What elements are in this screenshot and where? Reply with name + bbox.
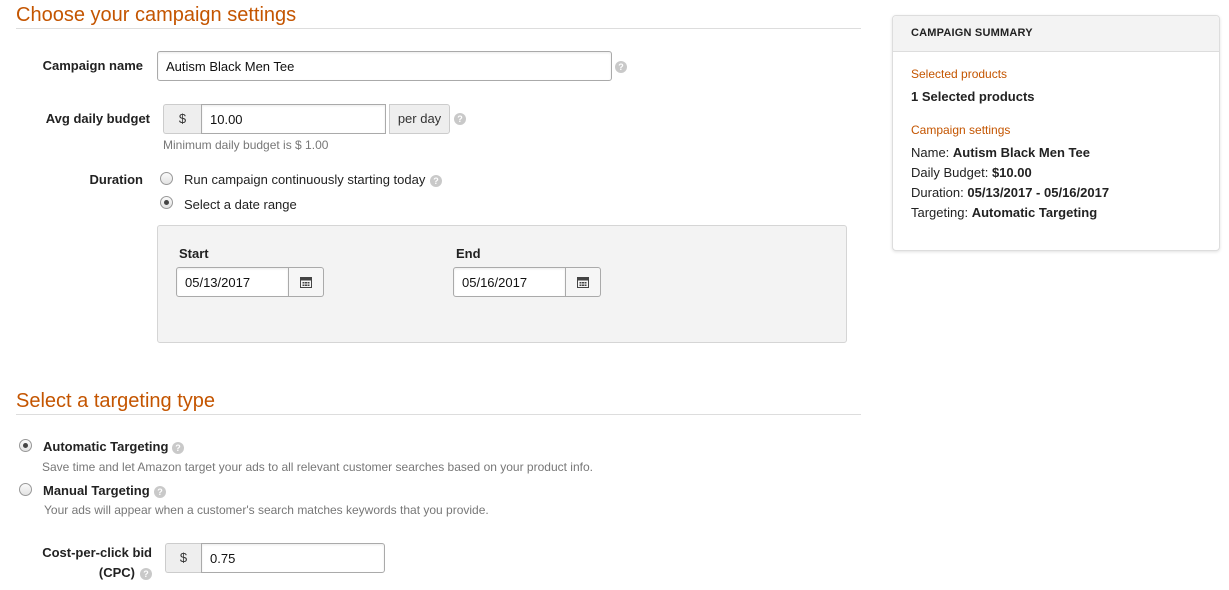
automatic-targeting-label[interactable]: Automatic Targeting	[43, 439, 168, 454]
summary-name-value: Autism Black Men Tee	[952, 145, 1090, 160]
help-icon[interactable]: ?	[172, 442, 184, 454]
cpc-bid-input[interactable]	[201, 543, 385, 573]
campaign-summary-header: CAMPAIGN SUMMARY	[893, 16, 1219, 52]
cpc-currency-addon: $	[165, 543, 201, 573]
manual-targeting-radio[interactable]	[19, 483, 32, 496]
budget-hint: Minimum daily budget is $ 1.00	[163, 138, 329, 152]
help-icon[interactable]: ?	[154, 486, 166, 498]
per-day-addon: per day	[389, 104, 450, 134]
currency-addon: $	[163, 104, 201, 134]
end-date-label: End	[456, 246, 481, 261]
automatic-targeting-desc: Save time and let Amazon target your ads…	[42, 460, 593, 474]
summary-name-key: Name:	[911, 145, 950, 160]
summary-duration-row: Duration: 05/13/2017 - 05/16/2017	[911, 185, 1109, 200]
section-divider	[16, 28, 861, 29]
end-date-calendar-button[interactable]	[566, 267, 601, 297]
daily-budget-input[interactable]	[201, 104, 386, 134]
targeting-title: Select a targeting type	[16, 390, 216, 412]
calendar-icon	[300, 277, 312, 288]
summary-targeting-row: Targeting: Automatic Targeting	[911, 205, 1097, 220]
cpc-label: Cost-per-click bid	[42, 545, 152, 560]
calendar-icon	[577, 277, 589, 288]
summary-duration-key: Duration:	[911, 185, 964, 200]
summary-budget-value: $10.00	[991, 165, 1032, 180]
summary-settings-subheading: Campaign settings	[911, 123, 1011, 137]
campaign-name-input[interactable]	[157, 51, 612, 81]
manual-targeting-label[interactable]: Manual Targeting	[43, 483, 150, 498]
duration-date-range-label[interactable]: Select a date range	[184, 197, 297, 212]
section-divider	[16, 414, 861, 415]
summary-budget-key: Daily Budget:	[911, 165, 989, 180]
help-icon[interactable]: ?	[454, 113, 466, 125]
summary-targeting-value: Automatic Targeting	[971, 205, 1098, 220]
help-icon[interactable]: ?	[615, 61, 627, 73]
campaign-settings-title: Choose your campaign settings	[16, 4, 297, 26]
end-date-input[interactable]	[453, 267, 566, 297]
duration-date-range-radio[interactable]	[160, 196, 173, 209]
start-date-calendar-button[interactable]	[289, 267, 324, 297]
help-icon[interactable]: ?	[430, 175, 442, 187]
start-date-input[interactable]	[176, 267, 289, 297]
summary-products-value: 1 Selected products	[911, 89, 1035, 104]
duration-continuous-label[interactable]: Run campaign continuously starting today	[184, 172, 425, 187]
manual-targeting-desc: Your ads will appear when a customer's s…	[44, 503, 489, 517]
summary-name-row: Name: Autism Black Men Tee	[911, 145, 1090, 160]
summary-targeting-key: Targeting:	[911, 205, 969, 220]
automatic-targeting-radio[interactable]	[19, 439, 32, 452]
summary-duration-value: 05/13/2017 - 05/16/2017	[967, 185, 1110, 200]
summary-products-subheading: Selected products	[911, 67, 1008, 81]
campaign-name-label: Campaign name	[42, 58, 143, 73]
start-date-label: Start	[179, 246, 209, 261]
duration-label: Duration	[89, 172, 143, 187]
summary-budget-row: Daily Budget: $10.00	[911, 165, 1032, 180]
duration-continuous-radio[interactable]	[160, 172, 173, 185]
daily-budget-label: Avg daily budget	[45, 111, 150, 126]
cpc-label-abbr: (CPC)	[98, 565, 135, 580]
help-icon[interactable]: ?	[140, 568, 152, 580]
